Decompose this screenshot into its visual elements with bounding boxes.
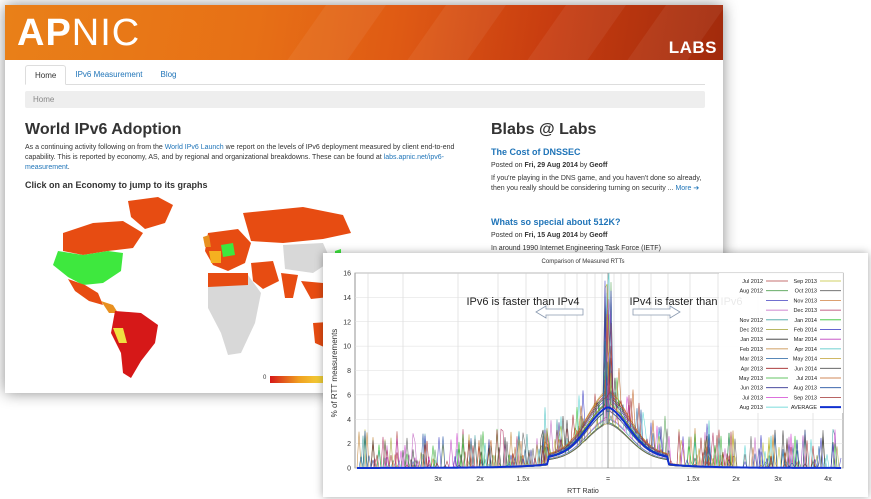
- post-meta-dnssec: Posted on Fri, 29 Aug 2014 by Geoff: [491, 162, 608, 169]
- legend-box: [719, 273, 843, 413]
- legend-label: Apr 2013: [741, 366, 763, 372]
- x-tick-label: =: [606, 476, 610, 483]
- site-banner: APNIC LABS: [5, 5, 723, 60]
- legend-label: Jan 2014: [794, 318, 817, 324]
- legend-label: May 2013: [739, 376, 763, 382]
- map-region-india: [281, 273, 298, 298]
- more-link[interactable]: More ➔: [675, 185, 699, 192]
- map-region-middle-east: [251, 261, 279, 289]
- x-tick-label: 1.5x: [686, 476, 700, 483]
- legend-label: Aug 2013: [793, 386, 817, 392]
- legend-label: Feb 2014: [794, 328, 817, 334]
- legend-label: Aug 2012: [739, 289, 763, 295]
- nav-ipv6-measurement[interactable]: IPv6 Measurement: [66, 65, 151, 85]
- legend-label: Sep 2013: [793, 395, 817, 401]
- map-region-africa: [208, 275, 261, 355]
- y-tick-label: 6: [347, 392, 351, 399]
- nav-blog[interactable]: Blog: [151, 65, 185, 85]
- y-tick-label: 12: [343, 319, 351, 326]
- y-tick-label: 16: [343, 271, 351, 278]
- intro-text: As a continuing activity following on fr…: [25, 144, 455, 171]
- world-ipv6-launch-link[interactable]: World IPv6 Launch: [165, 144, 224, 151]
- legend-label: Jun 2013: [740, 386, 763, 392]
- map-region-north-africa: [208, 273, 248, 287]
- post-body-dnssec: If you're playing in the DNS game, and y…: [491, 175, 702, 192]
- breadcrumb[interactable]: Home: [25, 91, 705, 108]
- legend-label: Jul 2013: [742, 395, 763, 401]
- blabs-title: Blabs @ Labs: [491, 121, 597, 138]
- post-meta-512k: Posted on Fri, 15 Aug 2014 by Geoff: [491, 232, 608, 239]
- map-legend-bar: [270, 376, 328, 383]
- map-region-usa: [53, 251, 123, 285]
- map-region-south-america: [111, 311, 158, 378]
- legend-label: Jul 2014: [796, 376, 817, 382]
- legend-label: Dec 2012: [739, 328, 763, 334]
- legend-label: Jul 2012: [742, 279, 763, 285]
- y-tick-label: 8: [347, 368, 351, 375]
- map-region-germany: [221, 243, 235, 257]
- x-axis-label: RTT Ratio: [567, 488, 599, 495]
- y-axis-label: % of RTT measurements: [330, 329, 339, 418]
- post-title-512k[interactable]: Whats so special about 512K?: [491, 217, 621, 227]
- x-tick-label: 3x: [434, 476, 442, 483]
- legend-label: May 2014: [793, 357, 817, 363]
- legend-label: Jan 2013: [740, 337, 763, 343]
- annotation-ipv6-faster: IPv6 is faster than IPv4: [466, 296, 579, 308]
- legend-label: Aug 2013: [739, 405, 763, 411]
- legend-label: Mar 2013: [740, 357, 763, 363]
- legend-label: Mar 2014: [794, 337, 817, 343]
- map-region-greenland: [128, 197, 173, 229]
- legend-label: Sep 2013: [793, 279, 817, 285]
- y-tick-label: 10: [343, 344, 351, 351]
- x-tick-label: 3x: [774, 476, 782, 483]
- legend-label: Nov 2013: [793, 298, 817, 304]
- legend-label: Jun 2014: [794, 366, 817, 372]
- economy-heading: Click on an Economy to jump to its graph…: [25, 180, 208, 190]
- legend-label: Oct 2013: [795, 289, 817, 295]
- labs-tag: LABS: [668, 38, 717, 57]
- y-tick-label: 2: [347, 441, 351, 448]
- legend-label: Dec 2013: [793, 308, 817, 314]
- map-region-russia: [243, 207, 351, 243]
- legend-label: AVERAGE: [791, 405, 818, 411]
- world-adoption-map[interactable]: [23, 193, 353, 383]
- x-tick-label: 4x: [824, 476, 832, 483]
- x-tick-label: 2x: [476, 476, 484, 483]
- y-tick-label: 0: [347, 466, 351, 473]
- legend-label: Nov 2012: [739, 318, 763, 324]
- y-tick-label: 4: [347, 417, 351, 424]
- page-title: World IPv6 Adoption: [25, 121, 182, 138]
- y-tick-label: 14: [343, 295, 351, 302]
- map-legend-min: 0: [263, 375, 267, 381]
- legend-label: Apr 2014: [795, 347, 817, 353]
- rtt-chart-svg: 0 2 4 6 8 10 12 14 16 Comparison of Measured RTTs…: [330, 259, 844, 495]
- map-region-canada: [63, 221, 143, 255]
- chart-title: Comparison of Measured RTTs: [542, 259, 625, 265]
- map-region-france: [209, 251, 221, 263]
- legend-label: Feb 2013: [740, 347, 763, 353]
- post-title-dnssec[interactable]: The Cost of DNSSEC: [491, 147, 581, 157]
- nav-home[interactable]: Home: [25, 65, 67, 85]
- x-tick-label: 1.5x: [516, 476, 530, 483]
- top-nav: Home IPv6 Measurement Blog: [25, 65, 705, 85]
- apnic-logo[interactable]: APNIC: [17, 11, 140, 55]
- x-tick-label: 2x: [732, 476, 740, 483]
- rtt-comparison-chart: 0 2 4 6 8 10 12 14 16 Comparison of Measured RTTs…: [323, 253, 868, 497]
